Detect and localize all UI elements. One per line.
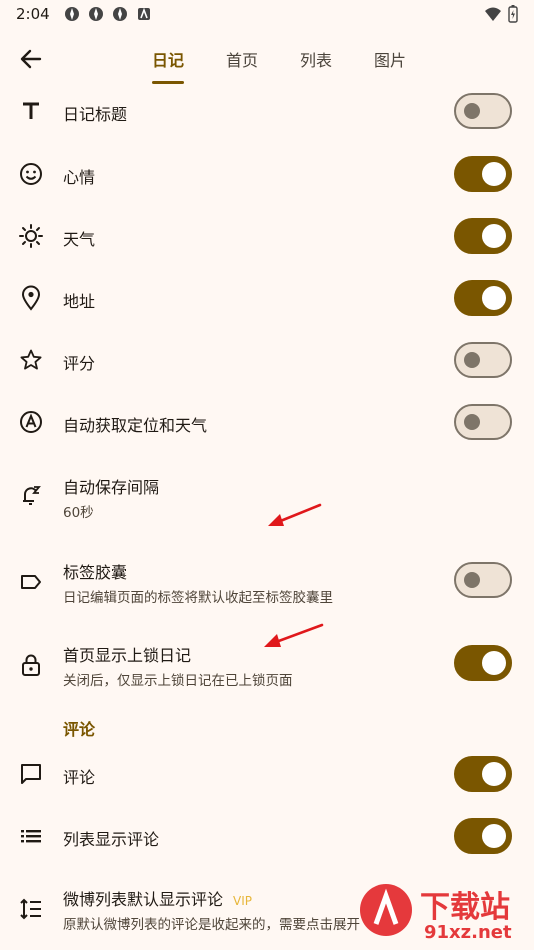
tab-images[interactable]: 图片	[362, 30, 418, 88]
alarm-timer-icon	[18, 482, 44, 508]
auto-location-toggle[interactable]	[454, 404, 512, 440]
mood-toggle[interactable]	[454, 156, 512, 192]
setting-list-comments[interactable]: 列表显示评论	[0, 817, 534, 855]
status-right	[484, 5, 518, 23]
notification-icon	[64, 7, 79, 21]
font-notification-icon	[137, 7, 150, 20]
setting-comments[interactable]: 评论	[0, 755, 534, 793]
setting-description: 原默认微博列表的评论是收起来的，需要点击展开	[63, 917, 360, 933]
setting-title: 自动保存间隔	[63, 478, 160, 497]
setting-title: 天气	[63, 230, 96, 249]
title-text-icon	[18, 98, 44, 124]
smiley-icon	[18, 161, 44, 187]
setting-title: 评论	[63, 768, 96, 787]
weather-toggle[interactable]	[454, 218, 512, 254]
sun-icon	[18, 223, 44, 249]
diary-title-toggle[interactable]	[454, 93, 512, 129]
home-locked-toggle[interactable]	[454, 645, 512, 681]
weibo-title-text: 微博列表默认显示评论	[63, 890, 224, 909]
tag-capsule-toggle[interactable]	[454, 562, 512, 598]
setting-diary-title[interactable]: 日记标题	[0, 92, 534, 130]
lock-icon	[18, 652, 44, 678]
top-app-bar: 日记 首页 列表 图片	[0, 30, 534, 88]
watermark-text-bottom: 91xz.net	[424, 922, 512, 943]
setting-weather[interactable]: 天气	[0, 217, 534, 255]
comments-toggle[interactable]	[454, 756, 512, 792]
watermark-text-top: 下载站	[420, 890, 510, 925]
back-arrow-icon[interactable]	[18, 46, 44, 72]
setting-mood[interactable]: 心情	[0, 155, 534, 193]
setting-title: 日记标题	[63, 105, 128, 124]
watermark-logo: 下载站 91xz.net	[358, 880, 528, 948]
line-spacing-icon	[18, 896, 44, 922]
annotation-arrow-icon	[268, 503, 322, 526]
battery-icon	[508, 5, 518, 23]
setting-address[interactable]: 地址	[0, 279, 534, 317]
setting-title: 首页显示上锁日记	[63, 646, 192, 665]
setting-title: 评分	[63, 354, 96, 373]
annotation-arrow-icon	[264, 623, 324, 647]
setting-auto-location[interactable]: 自动获取定位和天气	[0, 403, 534, 441]
label-tag-icon	[18, 569, 44, 595]
setting-description: 日记编辑页面的标签将默认收起至标签胶囊里	[63, 590, 333, 606]
setting-tag-capsule[interactable]: 标签胶囊 日记编辑页面的标签将默认收起至标签胶囊里	[0, 555, 534, 611]
status-time: 2:04	[16, 5, 50, 23]
tab-diary[interactable]: 日记	[140, 30, 196, 88]
setting-title: 微博列表默认显示评论 VIP	[63, 886, 252, 910]
vip-badge: VIP	[233, 894, 252, 908]
auto-circle-icon	[18, 409, 44, 435]
wifi-icon	[485, 7, 501, 21]
comment-bubble-icon	[18, 761, 44, 787]
tab-home[interactable]: 首页	[214, 30, 270, 88]
setting-description: 关闭后，仅显示上锁日记在已上锁页面	[63, 673, 293, 689]
setting-title: 列表显示评论	[63, 830, 160, 849]
notification-icon	[88, 7, 103, 21]
section-header-comments: 评论	[63, 720, 96, 739]
notification-icon	[112, 7, 127, 21]
star-icon	[18, 347, 44, 373]
location-pin-icon	[18, 285, 44, 311]
setting-title: 心情	[63, 168, 96, 187]
setting-title: 标签胶囊	[63, 563, 128, 582]
setting-value: 60秒	[63, 505, 94, 521]
rating-toggle[interactable]	[454, 342, 512, 378]
tab-list[interactable]: 列表	[288, 30, 344, 88]
list-icon	[18, 823, 44, 849]
list-comments-toggle[interactable]	[454, 818, 512, 854]
setting-title: 地址	[63, 292, 96, 311]
notification-icons	[64, 6, 152, 22]
tab-bar: 日记 首页 列表 图片	[140, 30, 436, 88]
setting-title: 自动获取定位和天气	[63, 416, 208, 435]
setting-rating[interactable]: 评分	[0, 341, 534, 379]
status-bar: 2:04	[0, 0, 534, 28]
address-toggle[interactable]	[454, 280, 512, 316]
